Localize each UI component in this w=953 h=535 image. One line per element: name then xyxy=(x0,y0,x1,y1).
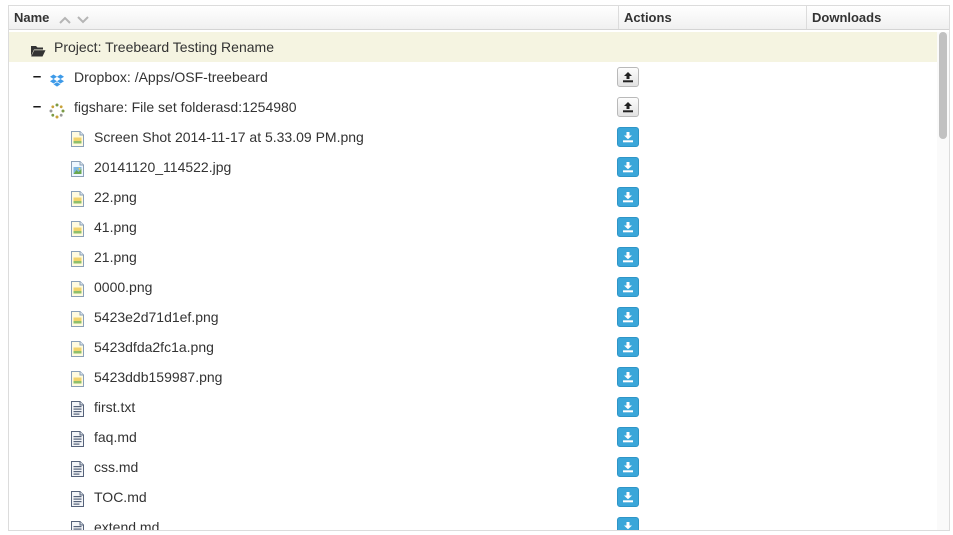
file-label: 5423dfda2fc1a.png xyxy=(94,339,214,355)
text-file-icon xyxy=(71,397,87,417)
download-icon xyxy=(623,252,633,263)
image-file-icon xyxy=(71,367,87,387)
file-label: first.txt xyxy=(94,399,136,415)
image-file-icon xyxy=(71,247,87,267)
chevron-down-icon[interactable] xyxy=(76,15,89,24)
download-button[interactable] xyxy=(617,217,639,237)
file-row[interactable]: 5423dfda2fc1a.png xyxy=(9,332,937,362)
sort-controls xyxy=(59,7,91,30)
download-icon xyxy=(623,192,633,203)
download-button[interactable] xyxy=(617,517,639,530)
file-label: Screen Shot 2014-11-17 at 5.33.09 PM.png xyxy=(94,129,364,145)
provider-row-dropbox[interactable]: – Dropbox: /Apps/OSF-treebeard xyxy=(9,62,937,92)
provider-label: Dropbox: /Apps/OSF-treebeard xyxy=(74,69,268,85)
file-row[interactable]: Screen Shot 2014-11-17 at 5.33.09 PM.png xyxy=(9,122,937,152)
download-icon xyxy=(623,312,633,323)
image-file-icon xyxy=(71,277,87,297)
folder-open-icon xyxy=(30,39,46,57)
file-row[interactable]: TOC.md xyxy=(9,482,937,512)
upload-button[interactable] xyxy=(617,67,639,87)
download-icon xyxy=(623,162,633,173)
file-label: extend.md xyxy=(94,519,160,530)
upload-icon xyxy=(623,72,633,83)
download-icon xyxy=(623,462,633,473)
file-row[interactable]: faq.md xyxy=(9,422,937,452)
download-icon xyxy=(623,342,633,353)
file-label: 20141120_114522.jpg xyxy=(94,159,232,175)
file-row[interactable]: first.txt xyxy=(9,392,937,422)
collapse-toggle[interactable]: – xyxy=(32,62,42,92)
download-button[interactable] xyxy=(617,367,639,387)
photo-file-icon xyxy=(71,157,87,177)
text-file-icon xyxy=(71,457,87,477)
column-header-actions: Actions xyxy=(619,6,807,29)
file-label: 5423ddb159987.png xyxy=(94,369,223,385)
file-tree-grid: Name Actions Downloads Project: Treebear… xyxy=(8,5,950,531)
download-button[interactable] xyxy=(617,337,639,357)
image-file-icon xyxy=(71,217,87,237)
file-label: 41.png xyxy=(94,219,137,235)
text-file-icon xyxy=(71,517,87,530)
file-row[interactable]: 5423ddb159987.png xyxy=(9,362,937,392)
column-header-downloads[interactable]: Downloads xyxy=(807,6,949,29)
download-icon xyxy=(623,432,633,443)
upload-button[interactable] xyxy=(617,97,639,117)
download-button[interactable] xyxy=(617,277,639,297)
download-button[interactable] xyxy=(617,457,639,477)
column-header-name[interactable]: Name xyxy=(9,6,619,29)
download-button[interactable] xyxy=(617,127,639,147)
file-label: css.md xyxy=(94,459,139,475)
download-icon xyxy=(623,372,633,383)
dropbox-icon xyxy=(49,69,65,87)
figshare-icon xyxy=(49,99,65,119)
chevron-up-icon[interactable] xyxy=(59,16,71,24)
image-file-icon xyxy=(71,187,87,207)
image-file-icon xyxy=(71,307,87,327)
download-icon xyxy=(624,522,632,530)
collapse-toggle[interactable]: – xyxy=(32,92,42,122)
tree-rows: Project: Treebeard Testing Rename – Drop… xyxy=(9,32,937,530)
provider-row-figshare[interactable]: – figshare: File set folderasd:1254980 xyxy=(9,92,937,122)
project-label: Project: Treebeard Testing Rename xyxy=(54,39,274,55)
download-icon xyxy=(623,492,633,503)
scrollbar-thumb[interactable] xyxy=(939,32,947,139)
text-file-icon xyxy=(71,487,87,507)
download-button[interactable] xyxy=(617,487,639,507)
download-icon xyxy=(623,222,633,233)
file-label: TOC.md xyxy=(94,489,147,505)
download-button[interactable] xyxy=(617,397,639,417)
text-file-icon xyxy=(71,427,87,447)
file-label: 21.png xyxy=(94,249,137,265)
file-row[interactable]: 41.png xyxy=(9,212,937,242)
download-button[interactable] xyxy=(617,427,639,447)
image-file-icon xyxy=(71,127,87,147)
file-row[interactable]: 21.png xyxy=(9,242,937,272)
file-row[interactable]: css.md xyxy=(9,452,937,482)
provider-label: figshare: File set folderasd:1254980 xyxy=(74,99,297,115)
file-label: 0000.png xyxy=(94,279,153,295)
file-label: 22.png xyxy=(94,189,137,205)
file-row[interactable]: 20141120_114522.jpg xyxy=(9,152,937,182)
grid-header: Name Actions Downloads xyxy=(9,6,949,30)
download-icon xyxy=(623,402,633,413)
download-button[interactable] xyxy=(617,247,639,267)
image-file-icon xyxy=(71,337,87,357)
download-button[interactable] xyxy=(617,307,639,327)
download-button[interactable] xyxy=(617,187,639,207)
upload-icon xyxy=(623,102,633,113)
column-header-name-label: Name xyxy=(14,10,50,25)
project-row[interactable]: Project: Treebeard Testing Rename xyxy=(9,32,937,62)
download-icon xyxy=(623,132,633,143)
file-row[interactable]: extend.md xyxy=(9,512,937,530)
file-label: 5423e2d71d1ef.png xyxy=(94,309,219,325)
file-row[interactable]: 0000.png xyxy=(9,272,937,302)
download-button[interactable] xyxy=(617,157,639,177)
file-label: faq.md xyxy=(94,429,137,445)
file-row[interactable]: 22.png xyxy=(9,182,937,212)
download-icon xyxy=(623,282,633,293)
file-row[interactable]: 5423e2d71d1ef.png xyxy=(9,302,937,332)
